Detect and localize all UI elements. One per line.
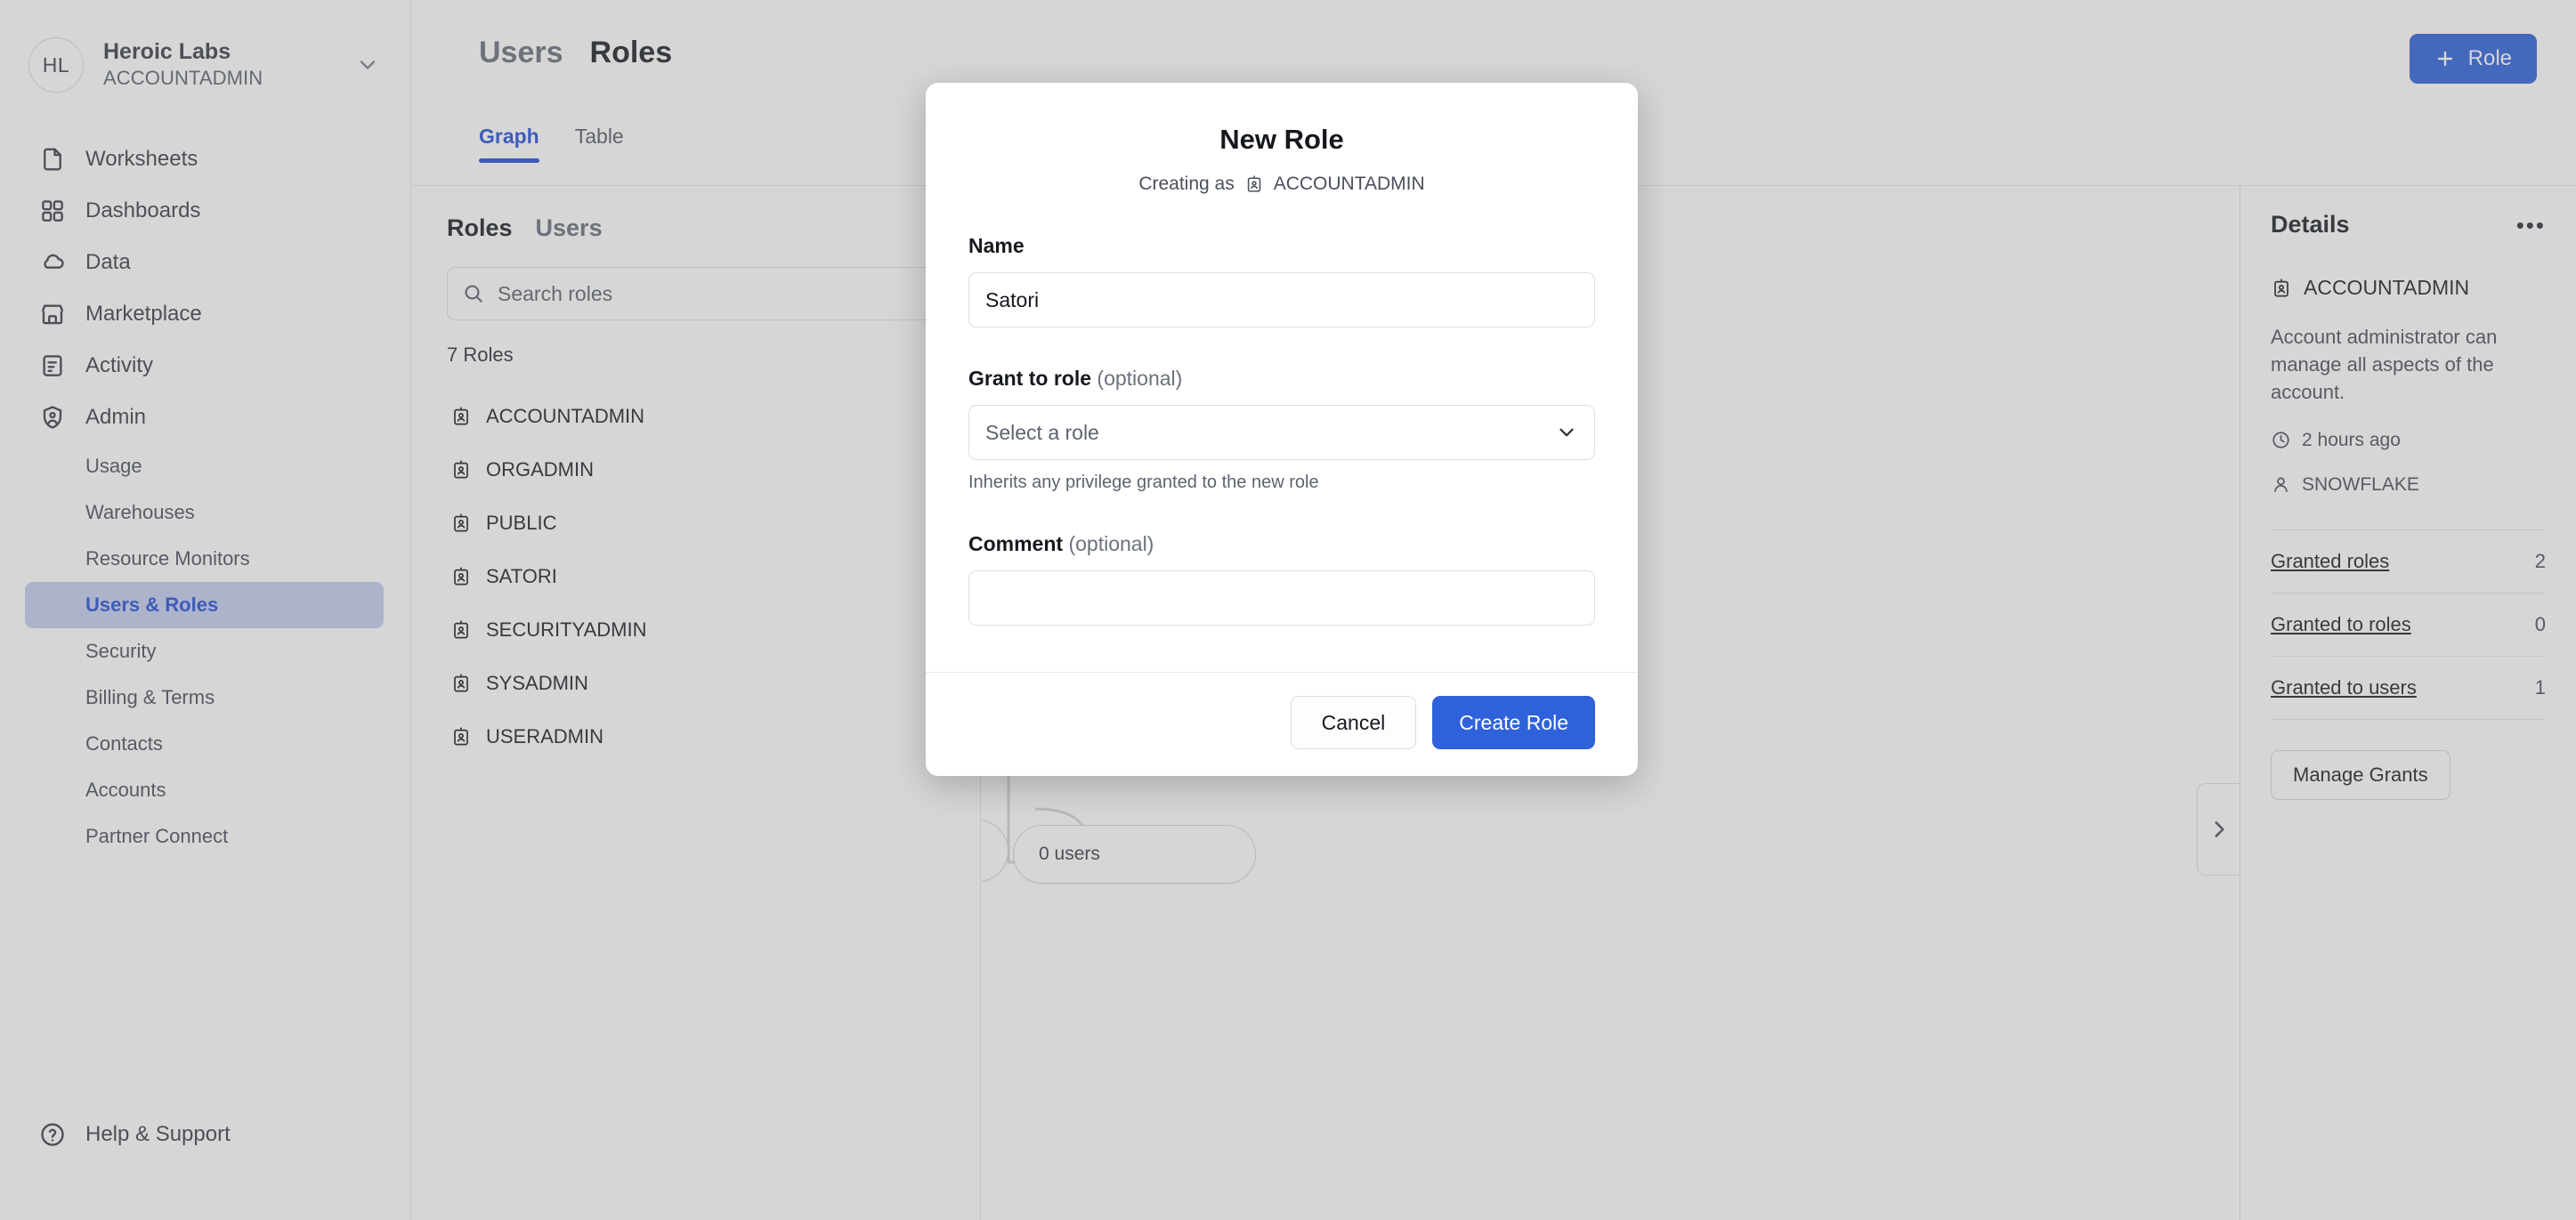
modal-body: New Role Creating as ACCOUNTADMIN Name G… [926,83,1638,672]
cancel-button[interactable]: Cancel [1291,696,1417,749]
role-badge-icon [1244,174,1264,194]
new-role-modal: New Role Creating as ACCOUNTADMIN Name G… [926,83,1638,776]
name-field-label: Name [968,234,1595,258]
grant-field-label-text: Grant to role [968,367,1091,390]
app-root: HL Heroic Labs ACCOUNTADMIN Worksheets [0,0,2576,1220]
grant-to-role-select[interactable]: Select a role [968,405,1595,460]
name-input[interactable] [968,272,1595,327]
chevron-down-icon [1555,421,1578,444]
comment-field-label: Comment (optional) [968,532,1595,556]
grant-to-role-value: Select a role [985,421,1099,445]
comment-input[interactable] [968,570,1595,626]
comment-field-optional: (optional) [1068,532,1154,555]
modal-footer: Cancel Create Role [926,672,1638,776]
grant-field-label: Grant to role (optional) [968,367,1595,391]
grant-field-optional: (optional) [1097,367,1182,390]
modal-subtitle-role: ACCOUNTADMIN [1274,174,1425,195]
comment-field-label-text: Comment [968,532,1063,555]
modal-title: New Role [968,124,1595,156]
modal-subtitle-prefix: Creating as [1138,174,1234,195]
create-role-button[interactable]: Create Role [1432,696,1595,749]
modal-subtitle: Creating as ACCOUNTADMIN [968,174,1595,195]
grant-field-hint: Inherits any privilege granted to the ne… [968,473,1595,493]
